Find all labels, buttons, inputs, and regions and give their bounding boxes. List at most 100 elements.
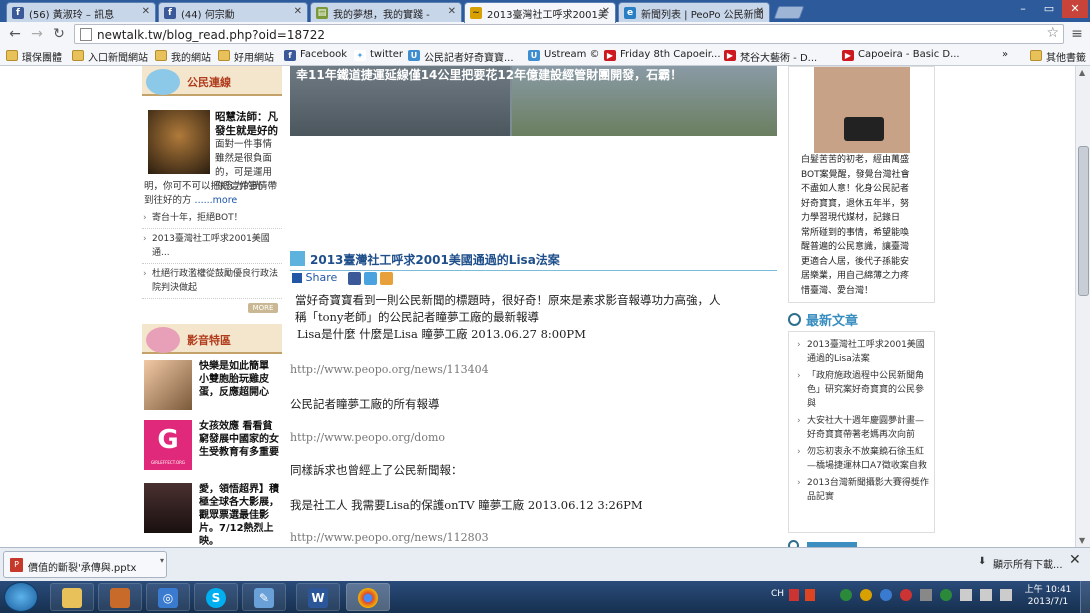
list-item[interactable]: 大安社大十週年慶圓夢計畫—好奇寶寶帶著老媽再次向前 <box>797 414 929 442</box>
facebook-share-icon[interactable] <box>348 272 361 285</box>
minimize-icon[interactable]: – <box>1010 0 1036 18</box>
bookmark-link[interactable]: U 公民記者好奇寶寶... <box>408 49 514 64</box>
start-button[interactable] <box>4 582 38 612</box>
system-clock[interactable]: 上午 10:41 2013/7/1 <box>1020 584 1076 608</box>
language-indicator[interactable]: CH <box>771 589 784 599</box>
download-arrow-icon: ⬇ <box>978 556 987 567</box>
bookmark-facebook[interactable]: f Facebook <box>284 49 347 61</box>
wrench-menu-icon[interactable]: ≡ <box>1068 25 1086 43</box>
bookmark-folder[interactable]: 入口新聞網站 <box>72 49 148 64</box>
bookmark-link[interactable]: ▶ Capoeira - Basic D... <box>842 49 960 61</box>
close-download-shelf-icon[interactable]: ✕ <box>1069 552 1081 568</box>
paragraph-line: 公民記者瞳夢工廠的所有報導 <box>290 397 440 411</box>
tray-icon[interactable] <box>789 589 799 601</box>
girleffect-logo: G <box>157 425 179 455</box>
tray-icon[interactable] <box>980 589 992 601</box>
browser-tab-2[interactable]: f (44) 何宗勳 ✕ <box>158 2 308 22</box>
featured-blog-title[interactable]: 昭慧法師：凡發生就是好的 <box>215 110 281 138</box>
network-icon[interactable] <box>920 589 932 601</box>
list-item[interactable]: 「政府施政過程中公民新聞角色」研究案好奇寶寶的公民參與 <box>797 369 929 411</box>
share-button[interactable]: Share <box>292 271 337 287</box>
taskbar-skype[interactable]: S <box>194 583 238 611</box>
share-label: Share <box>305 271 338 284</box>
bookmark-folder[interactable]: 我的網站 <box>155 49 211 64</box>
taskbar-word[interactable]: W <box>296 583 340 611</box>
tray-icon[interactable] <box>840 589 852 601</box>
tray-icon[interactable] <box>940 589 952 601</box>
tray-icon[interactable] <box>860 589 872 601</box>
more-button[interactable]: MORE <box>248 303 278 313</box>
bookmark-twitter[interactable]: ✦ twitter <box>354 49 403 61</box>
list-item[interactable]: 勿忘初衷永不放棄饒石徐玉紅—橋場捷運林口A7徵收案自救 <box>797 445 929 473</box>
list-item[interactable]: 2013台灣新聞攝影大賽得獎作品記實 <box>797 476 929 504</box>
more-link[interactable]: ......more <box>195 195 238 206</box>
new-tab-button[interactable] <box>773 6 805 19</box>
show-all-downloads-link[interactable]: 顯示所有下載... <box>993 556 1063 571</box>
taskbar-app[interactable]: ✎ <box>242 583 286 611</box>
browser-tab-3[interactable]: ▤ 我的夢想，我的實踐 - ✕ <box>310 2 462 22</box>
plurk-share-icon[interactable] <box>380 272 393 285</box>
bookmark-folder[interactable]: 好用網站 <box>218 49 274 64</box>
bookmarks-overflow[interactable]: » <box>1002 49 1008 60</box>
chevron-down-icon[interactable]: ▾ <box>160 556 164 565</box>
taskbar-app[interactable] <box>98 583 142 611</box>
bookmark-link[interactable]: U Ustream © <box>528 49 600 61</box>
list-item[interactable]: 杜絕行政濫權從鼓勵優良行政法院判決做起 <box>142 267 282 299</box>
scrollbar-thumb[interactable] <box>1078 146 1089 296</box>
download-item[interactable]: P 價值的斷裂'承傳與.pptx ▾ <box>3 551 167 578</box>
address-bar[interactable]: newtalk.tw/blog_read.php?oid=18722 ☆ <box>74 24 1064 44</box>
twitter-share-icon[interactable] <box>364 272 377 285</box>
video-title[interactable]: 愛，領悟超界】積極全球各大影展，觀眾票選最佳影片。7/12熱烈上映。 <box>199 483 281 547</box>
tray-icon[interactable] <box>880 589 892 601</box>
video-thumbnail[interactable] <box>144 360 192 410</box>
maximize-icon[interactable]: ▭ <box>1036 0 1062 18</box>
taskbar-chrome[interactable] <box>346 583 390 611</box>
left-sidebar: 公民連線 昭慧法師：凡發生就是好的 面對一件事情 雖然是很負面 的，可是運用 你… <box>142 66 282 547</box>
author-avatar[interactable] <box>814 67 910 153</box>
volume-icon[interactable] <box>960 589 972 601</box>
bookmark-star-icon[interactable]: ☆ <box>1046 25 1059 41</box>
other-bookmarks[interactable]: 其他書籤 <box>1030 49 1086 64</box>
paragraph-line: 同樣訴求也曾經上了公民新聞報： <box>290 463 463 477</box>
show-desktop-button[interactable] <box>1080 581 1090 613</box>
browser-tab-1[interactable]: f (56) 黃淑玲 – 訊息 ✕ <box>6 2 156 22</box>
taskbar-explorer[interactable] <box>50 583 94 611</box>
scroll-up-icon[interactable]: ▲ <box>1079 68 1085 77</box>
bio-line: 力學習現代媒材，記錄日 <box>801 213 901 223</box>
tab-label: 2013臺灣社工呼求2001美 <box>487 10 608 21</box>
close-tab-icon[interactable]: ✕ <box>142 6 150 17</box>
section-header-video: 影音特區 <box>142 324 282 354</box>
browser-tab-5[interactable]: e 新聞列表 | PeoPo 公民新聞 ✕ <box>618 2 770 22</box>
close-window-icon[interactable]: ✕ <box>1062 0 1088 18</box>
link-url[interactable]: http://www.peopo.org/news/112803 <box>290 531 489 544</box>
close-tab-icon[interactable]: ✕ <box>756 6 764 17</box>
vertical-scrollbar[interactable]: ▲ ▼ <box>1075 66 1090 547</box>
list-item[interactable]: 2013臺灣社工呼求2001美國通... <box>142 232 282 264</box>
list-item[interactable]: 2013臺灣社工呼求2001美國通過的Lisa法案 <box>797 338 929 366</box>
tab-label: 我的夢想，我的實踐 - <box>333 10 430 21</box>
close-tab-icon[interactable]: ✕ <box>602 6 610 17</box>
browser-tab-4-active[interactable]: ~ 2013臺灣社工呼求2001美 ✕ <box>464 2 616 23</box>
tray-icon[interactable] <box>900 589 912 601</box>
tray-icon[interactable] <box>1000 589 1012 601</box>
bookmark-link[interactable]: ▶ 梵谷大藝術 - D... <box>724 49 817 64</box>
list-item[interactable]: 寄台十年，拒絕BOT！ <box>142 211 282 229</box>
video-title[interactable]: 快樂是如此簡單 小雙胞胎玩雞皮蛋，反應超開心 <box>199 360 281 399</box>
reload-icon[interactable]: ↻ <box>50 25 68 43</box>
tray-icon[interactable] <box>805 589 815 601</box>
link-url[interactable]: http://www.peopo.org/news/113404 <box>290 363 489 376</box>
bookmark-folder[interactable]: 環保團體 <box>6 49 62 64</box>
close-tab-icon[interactable]: ✕ <box>294 6 302 17</box>
back-icon[interactable]: ← <box>6 25 24 43</box>
video-title[interactable]: 女孩效應 看看貧窮發展中國家的女生受教育有多重要 <box>199 420 281 459</box>
close-tab-icon[interactable]: ✕ <box>448 6 456 17</box>
forward-icon[interactable]: → <box>28 25 46 43</box>
bookmark-link[interactable]: ▶ Friday 8th Capoeir... <box>604 49 721 61</box>
video-thumbnail[interactable]: G GIRLEFFECT.ORG <box>144 420 192 470</box>
link-url[interactable]: http://www.peopo.org/domo <box>290 431 445 444</box>
facebook-icon: f <box>284 50 296 61</box>
taskbar-app[interactable]: ◎ <box>146 583 190 611</box>
video-thumbnail[interactable] <box>144 483 192 533</box>
scroll-down-icon[interactable]: ▼ <box>1079 536 1085 545</box>
blog-thumbnail[interactable] <box>148 110 210 174</box>
